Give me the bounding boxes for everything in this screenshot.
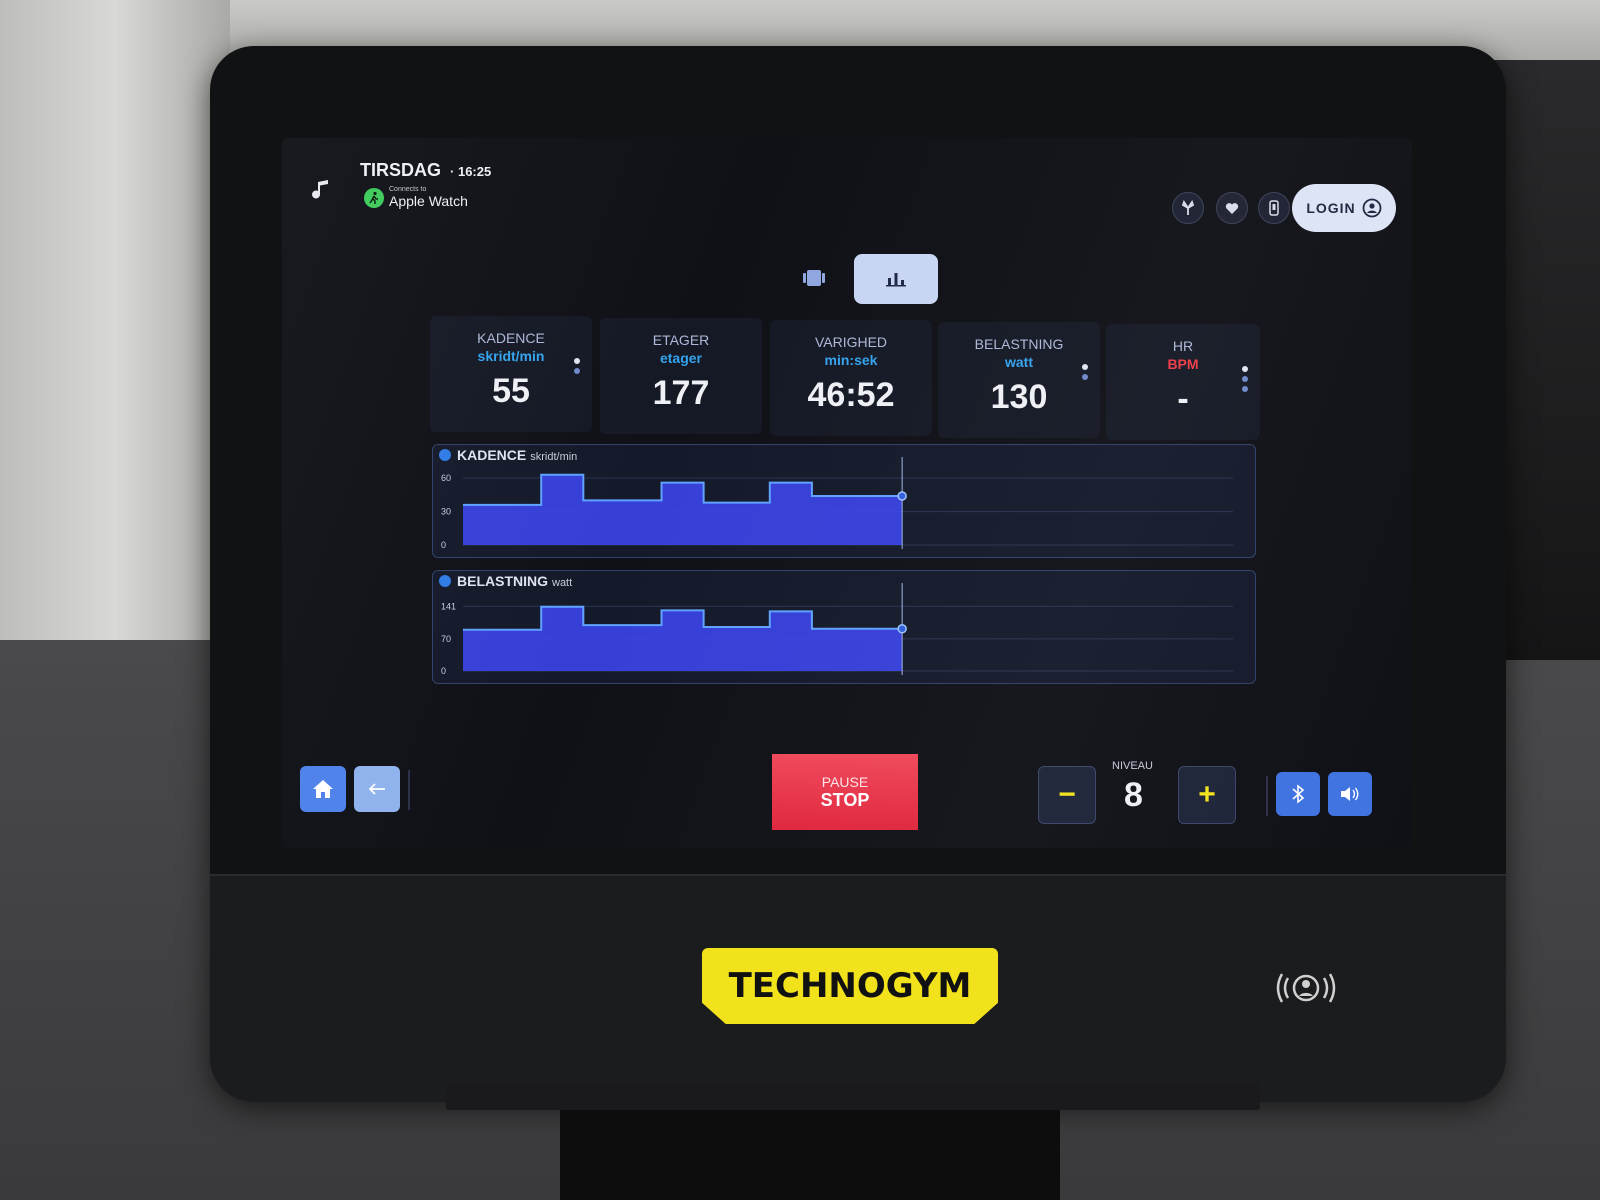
metric-duration[interactable]: VARIGHED min:sek 46:52	[770, 320, 932, 436]
pause-label: PAUSE	[821, 773, 869, 790]
console-device: TIRSDAG · 16:25 Connects to Apple Watch …	[210, 46, 1506, 1102]
metric-label: KADENCE	[477, 330, 545, 346]
metric-options-icon[interactable]	[574, 358, 582, 378]
metric-floors[interactable]: ETAGER etager 177	[600, 318, 762, 434]
cards-view-icon	[803, 270, 825, 286]
load-chart-title: BELASTNING watt	[457, 573, 572, 589]
load-chart-icon	[439, 575, 451, 587]
metric-label: BELASTNING	[974, 336, 1064, 352]
nfc-icon[interactable]	[1276, 968, 1336, 1008]
cadence-chart-title: KADENCE skridt/min	[457, 447, 577, 463]
login-button[interactable]: LOGIN	[1292, 184, 1396, 232]
console-screen: TIRSDAG · 16:25 Connects to Apple Watch …	[282, 138, 1412, 848]
cadence-chart-panel: 0 30 60 KADENCE skridt/min	[432, 444, 1256, 558]
chart-tick-label: 141	[441, 601, 456, 611]
chart-title-unit: watt	[552, 577, 573, 589]
divider	[1266, 776, 1268, 816]
device-stand	[446, 1084, 1260, 1110]
day-label: TIRSDAG	[360, 160, 441, 180]
metric-unit: min:sek	[824, 352, 878, 368]
chart-tick-label: 70	[441, 634, 451, 644]
cadence-chart-icon	[439, 449, 451, 461]
metric-unit: skridt/min	[477, 348, 545, 364]
metric-load[interactable]: BELASTNING watt 130	[938, 322, 1100, 438]
music-note-icon[interactable]	[312, 178, 336, 202]
watch-name: Apple Watch	[389, 193, 468, 209]
time-value: 16:25	[457, 164, 492, 179]
watch-text: Connects to Apple Watch	[389, 186, 468, 209]
niveau-label: NIVEAU	[1112, 760, 1153, 772]
logo-text: TECHNOGYM	[728, 966, 972, 1006]
plus-label: +	[1198, 778, 1216, 811]
metric-label: HR	[1172, 338, 1194, 354]
arrow-left-icon	[368, 783, 385, 795]
home-icon	[313, 780, 333, 798]
niveau-value: 8	[1124, 776, 1143, 814]
level-increase-button[interactable]: +	[1178, 766, 1236, 824]
metric-value: 130	[990, 378, 1048, 416]
chart-tick-label: 0	[441, 540, 446, 550]
metric-value: -	[1177, 380, 1189, 418]
level-decrease-button[interactable]: −	[1038, 766, 1096, 824]
metric-unit: watt	[1005, 354, 1033, 370]
apple-watch-connect[interactable]: Connects to Apple Watch	[364, 186, 468, 209]
home-button[interactable]	[300, 766, 346, 812]
bluetooth-icon	[1292, 784, 1305, 804]
metric-unit: BPM	[1167, 356, 1199, 372]
volume-button[interactable]	[1328, 772, 1372, 816]
login-label: LOGIN	[1306, 200, 1356, 216]
runner-icon	[364, 187, 384, 208]
metric-cadence[interactable]: KADENCE skridt/min 55	[430, 316, 592, 432]
phone-icon[interactable]	[1258, 192, 1290, 224]
chart-title-unit: skridt/min	[530, 451, 578, 463]
background-column	[0, 0, 230, 680]
user-icon	[1362, 198, 1382, 218]
metric-value: 55	[492, 372, 530, 410]
metric-unit: etager	[659, 350, 703, 366]
load-chart-panel: 0 70 141 BELASTNING watt	[432, 570, 1256, 684]
chart-tick-label: 30	[441, 507, 451, 517]
stop-label: STOP	[820, 789, 870, 810]
chart-title-text: BELASTNING	[457, 573, 548, 589]
chart-current-point	[897, 491, 907, 501]
chart-title-text: KADENCE	[457, 447, 527, 463]
view-cards-button[interactable]	[794, 258, 834, 298]
bar-chart-icon	[886, 273, 906, 287]
time-label: · 16:25	[450, 164, 492, 179]
device-post	[560, 1110, 1060, 1200]
metric-options-icon[interactable]	[1082, 364, 1090, 384]
volume-icon	[1341, 787, 1359, 801]
console-bezel: TECHNOGYM	[210, 874, 1506, 1102]
chart-area	[463, 606, 903, 671]
header-day: TIRSDAG · 16:25	[360, 160, 491, 181]
metric-label: ETAGER	[652, 332, 710, 348]
heart-icon[interactable]	[1216, 192, 1248, 224]
metric-label: VARIGHED	[814, 334, 888, 350]
back-button[interactable]	[354, 766, 400, 812]
chart-tick-label: 60	[441, 473, 451, 483]
chart-tick-label: 0	[441, 666, 446, 676]
minus-label: −	[1058, 778, 1076, 811]
metric-heart-rate[interactable]: HR BPM -	[1106, 324, 1260, 440]
view-chart-button[interactable]	[854, 254, 938, 304]
bluetooth-button[interactable]	[1276, 772, 1320, 816]
chart-current-point	[897, 624, 907, 634]
technogym-logo: TECHNOGYM	[702, 948, 998, 1024]
pause-stop-button[interactable]: PAUSE STOP	[772, 754, 918, 830]
divider	[408, 770, 410, 810]
chart-area	[463, 474, 903, 545]
metric-options-icon[interactable]	[1242, 366, 1250, 396]
metric-value: 177	[652, 374, 710, 412]
metric-value: 46:52	[807, 376, 895, 414]
fan-icon[interactable]	[1172, 192, 1204, 224]
